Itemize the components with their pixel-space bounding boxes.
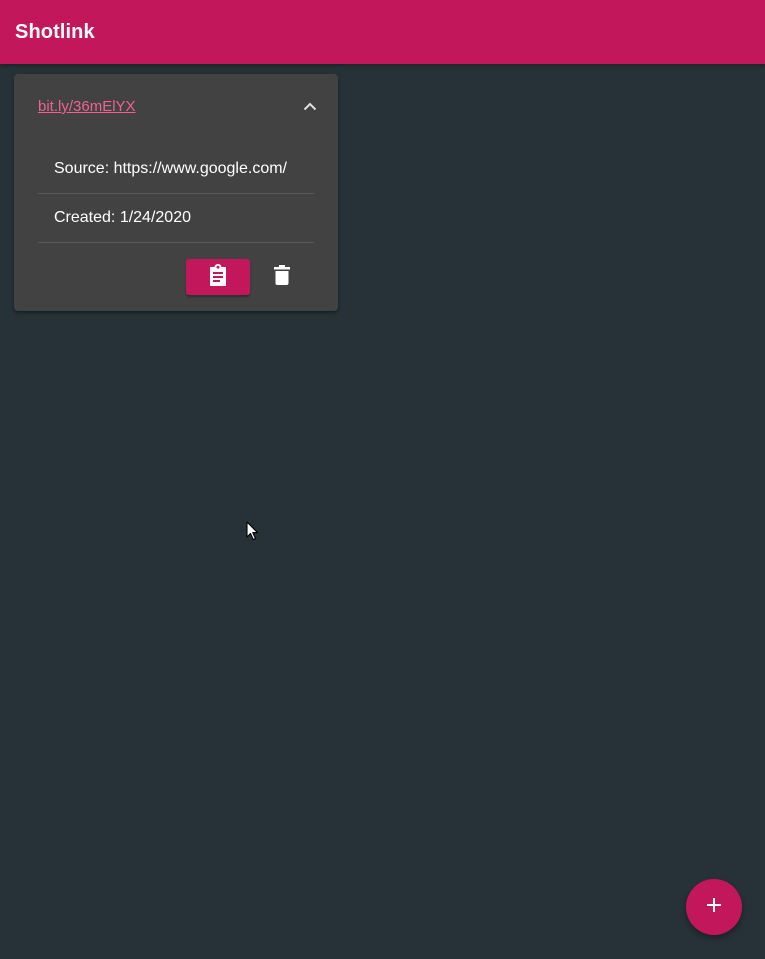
copy-button[interactable] xyxy=(186,259,250,295)
chevron-up-icon[interactable] xyxy=(298,94,322,118)
link-card: bit.ly/36mElYX Source: https://www.googl… xyxy=(14,74,338,311)
created-row: Created: 1/24/2020 xyxy=(38,194,314,243)
short-link[interactable]: bit.ly/36mElYX xyxy=(38,98,136,115)
app-bar: Shotlink xyxy=(0,0,765,64)
plus-icon xyxy=(707,897,721,917)
card-header: bit.ly/36mElYX xyxy=(38,98,322,118)
app-title: Shotlink xyxy=(15,20,95,43)
add-link-button[interactable] xyxy=(686,879,742,935)
link-details: Source: https://www.google.com/ Created:… xyxy=(38,146,314,243)
trash-icon xyxy=(274,264,290,290)
clipboard-icon xyxy=(208,263,228,291)
card-actions xyxy=(186,259,306,295)
mouse-cursor-icon xyxy=(246,521,260,541)
delete-button[interactable] xyxy=(258,259,306,295)
source-row: Source: https://www.google.com/ xyxy=(38,146,314,194)
